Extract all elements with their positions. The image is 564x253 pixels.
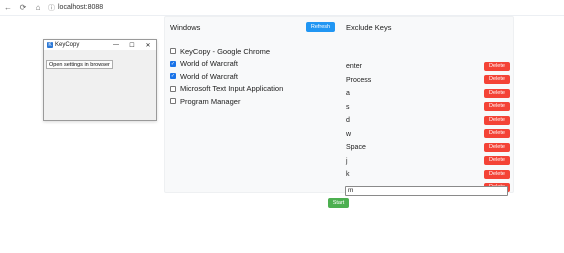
keycopy-window: K KeyCopy — ☐ ✕ Open settings in browser [43,39,157,121]
window-item[interactable]: KeyCopy - Google Chrome [170,45,283,58]
exclude-key-row: j Delete [346,155,511,169]
exclude-key-row: Space Delete [346,141,511,155]
window-item-label: Program Manager [180,96,241,106]
window-checkbox[interactable]: ✓ [170,73,176,80]
exclude-key-input[interactable] [345,185,508,196]
arrow-left-icon[interactable]: ← [2,2,14,14]
window-checkbox[interactable] [170,85,176,92]
exclude-key-row: w Delete [346,128,511,142]
exclude-key-label: k [346,171,350,179]
windows-list: KeyCopy - Google Chrome ✓ World of Warcraf… [170,45,283,108]
delete-key-button[interactable]: Delete [484,115,510,125]
address-text: localhost:8088 [58,4,104,11]
exclude-keys-column: Exclude Keys enter Delete Process Delete a De… [346,17,511,192]
settings-panel: Windows Refresh KeyCopy - Google Chrome ✓… [164,16,514,193]
delete-key-button[interactable]: Delete [484,142,510,152]
delete-key-button[interactable]: Delete [484,61,510,71]
exclude-key-label: w [346,130,352,138]
minimize-icon[interactable]: — [108,42,124,49]
delete-key-button[interactable]: Delete [484,156,510,165]
keycopy-title: KeyCopy [55,42,80,48]
exclude-key-row: enter Delete [346,60,511,74]
exclude-key-label: a [346,90,350,98]
exclude-key-label: enter [346,63,362,71]
window-item[interactable]: ✓ World of Warcraft [170,70,283,83]
windows-column: Windows Refresh KeyCopy - Google Chrome ✓… [170,17,338,192]
exclude-keys-list: enter Delete Process Delete a Delete s Delete d D… [346,60,511,195]
exclude-key-label: Process [346,76,372,84]
start-button[interactable]: Start [328,198,349,208]
refresh-button[interactable]: Refresh [306,22,335,32]
keycopy-logo-icon: K [47,42,53,48]
key-input-wrapper [345,179,508,197]
exclude-key-row: a Delete [346,87,511,101]
exclude-key-label: Space [346,144,366,152]
window-item[interactable]: ✓ World of Warcraft [170,58,283,71]
delete-key-button[interactable]: Delete [484,129,510,138]
delete-key-button[interactable]: Delete [484,88,510,98]
window-checkbox[interactable]: ✓ [170,60,176,67]
window-item[interactable]: Microsoft Text Input Application [170,83,283,96]
delete-key-button[interactable]: Delete [484,75,510,84]
exclude-key-row: d Delete [346,114,511,128]
close-icon[interactable]: ✕ [140,42,156,49]
windows-title: Windows [170,23,201,32]
reload-icon[interactable]: ⟳ [17,2,29,14]
address-bar[interactable]: ⓘ localhost:8088 [48,3,103,13]
window-item-label: KeyCopy - Google Chrome [180,46,271,56]
open-settings-button[interactable]: Open settings in browser [46,60,113,69]
window-item-label: Microsoft Text Input Application [180,84,284,94]
exclude-key-label: j [346,157,348,165]
exclude-key-label: d [346,117,350,125]
window-checkbox[interactable] [170,98,176,105]
delete-key-button[interactable]: Delete [484,169,510,179]
exclude-key-row: s Delete [346,101,511,115]
exclude-keys-title: Exclude Keys [346,23,392,32]
exclude-key-label: s [346,103,350,111]
info-icon[interactable]: ⓘ [48,3,55,13]
window-item[interactable]: Program Manager [170,95,283,108]
browser-toolbar: ← ⟳ ⌂ ⓘ localhost:8088 [0,0,564,16]
home-icon[interactable]: ⌂ [32,2,44,14]
window-checkbox[interactable] [170,48,176,55]
maximize-icon[interactable]: ☐ [124,42,140,49]
exclude-key-row: Process Delete [346,74,511,88]
window-item-label: World of Warcraft [180,71,238,81]
keycopy-titlebar[interactable]: K KeyCopy — ☐ ✕ [44,40,156,50]
window-item-label: World of Warcraft [180,59,238,69]
delete-key-button[interactable]: Delete [484,102,510,111]
